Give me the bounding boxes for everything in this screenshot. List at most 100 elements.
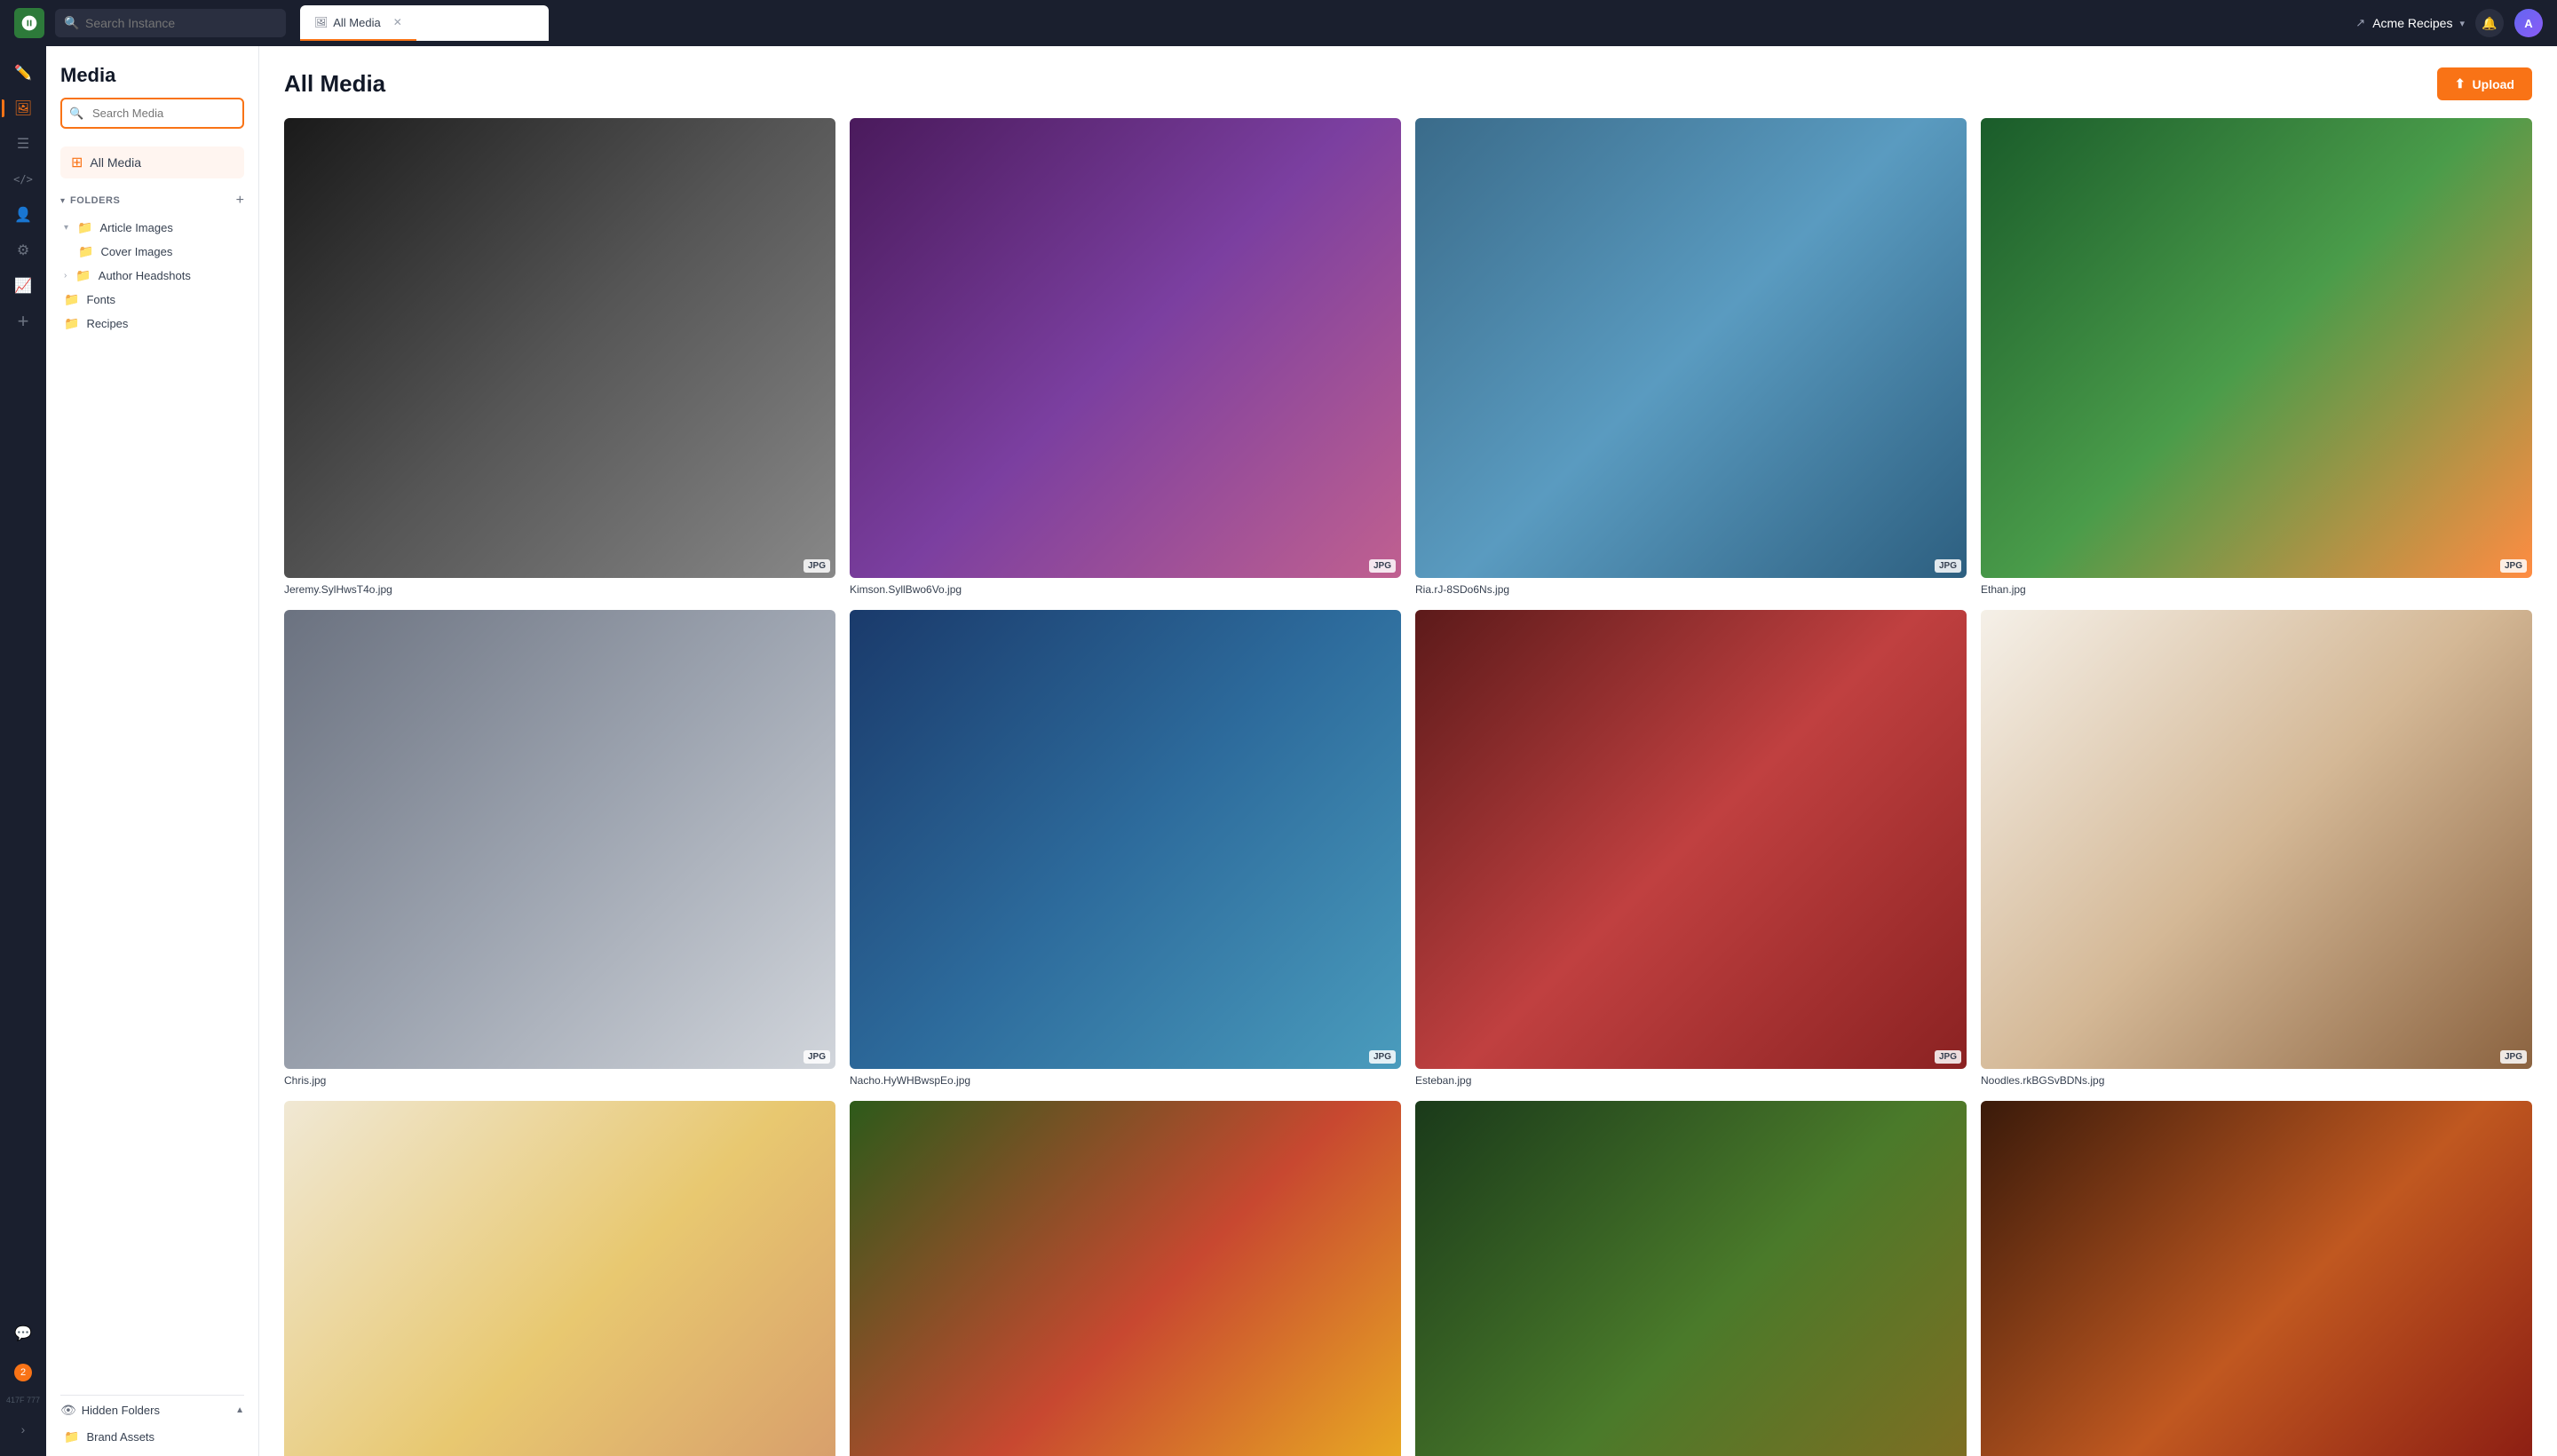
media-item[interactable]: JPG Chris.jpg — [284, 610, 835, 1088]
media-item[interactable]: JPGEggs-on-Toast.SJzGrvBDVs.jpg — [284, 1101, 835, 1456]
upload-button[interactable]: ⬆ Upload — [2437, 67, 2532, 100]
hidden-folders-chevron-icon: ▲ — [235, 1405, 244, 1415]
media-item[interactable]: JPGLentils.SJbMBPrvVj.jpg — [1415, 1101, 1967, 1456]
folder-name: Article Images — [99, 221, 172, 234]
hidden-folders-header[interactable]: 👁 Hidden Folders ▲ — [60, 1403, 244, 1418]
media-item[interactable]: JPGEsteban.jpg — [1415, 610, 1967, 1088]
folders-header[interactable]: ▾ FOLDERS + — [60, 193, 244, 209]
nav-right: ↗ Acme Recipes ▾ 🔔 A — [2355, 9, 2543, 37]
media-item[interactable]: JPG Nacho.HyWHBwspEo.jpg — [850, 610, 1401, 1088]
tab-label: All Media — [333, 16, 380, 29]
folder-name: Fonts — [86, 293, 115, 306]
media-filename: Jeremy.SylHwsT4o.jpg — [284, 583, 835, 596]
media-type-badge: JPG — [804, 1050, 830, 1064]
tab-image-icon: 🖼 — [314, 16, 328, 28]
media-filename: Kimson.SyllBwo6Vo.jpg — [850, 583, 1401, 596]
media-item[interactable]: JPGRia.rJ-8SDo6Ns.jpg — [1415, 118, 1967, 596]
hidden-folders-section: 👁 Hidden Folders ▲ 📁 Brand Assets — [46, 1388, 258, 1456]
sidebar-item-settings[interactable]: ⚙ — [7, 234, 39, 266]
media-item[interactable]: JPGCurry.SJMGSwrDEj.jpg — [1981, 1101, 2532, 1456]
search-media-input[interactable] — [60, 98, 244, 129]
folder-article-images[interactable]: ▾ 📁 Article Images — [60, 216, 244, 240]
media-item[interactable]: JPGJeremy.SylHwsT4o.jpg — [284, 118, 835, 596]
media-thumbnail: JPG — [1981, 610, 2532, 1070]
all-media-button[interactable]: ⊞ All Media — [60, 146, 244, 178]
folder-icon: 📁 — [77, 220, 92, 235]
folder-name: Cover Images — [100, 245, 172, 258]
user-icon: 👤 — [14, 206, 32, 224]
media-thumbnail: JPG — [1981, 118, 2532, 578]
content-header: All Media ⬆ Upload — [284, 67, 2532, 100]
ext-link-icon: ↗ — [2355, 16, 2365, 30]
folder-fonts[interactable]: 📁 Fonts — [60, 288, 244, 312]
folder-author-headshots[interactable]: › 📁 Author Headshots — [60, 264, 244, 288]
media-filename: Ethan.jpg — [1981, 583, 2532, 596]
sidebar-item-edit[interactable]: ✏️ — [7, 57, 39, 89]
page-title: All Media — [284, 70, 385, 98]
media-filename: Nacho.HyWHBwspEo.jpg — [850, 1074, 1401, 1087]
media-thumbnail: JPG — [284, 1101, 835, 1456]
media-panel: Media 🔍 ⊞ All Media ▾ FOLDERS + ▾ 📁 Arti… — [46, 46, 259, 1456]
media-thumbnail: JPG — [850, 610, 1401, 1070]
tab-close-icon[interactable]: ✕ — [393, 16, 402, 28]
tab-all-media[interactable]: 🖼 All Media ✕ — [300, 5, 416, 41]
app-logo[interactable] — [14, 8, 44, 38]
sidebar-left: ✏️ 🖼 ☰ </> 👤 ⚙ 📈 + 💬 2 — [0, 46, 46, 1456]
brand-selector[interactable]: ↗ Acme Recipes ▾ — [2355, 16, 2465, 30]
media-thumbnail: JPG — [284, 610, 835, 1070]
media-item[interactable]: JPG Ethan.jpg — [1981, 118, 2532, 596]
sidebar-item-database[interactable]: ☰ — [7, 128, 39, 160]
database-icon: ☰ — [17, 135, 29, 153]
bell-icon: 🔔 — [2482, 16, 2497, 31]
edit-icon: ✏️ — [14, 64, 32, 82]
search-instance-icon: 🔍 — [64, 16, 79, 31]
media-type-badge: JPG — [1369, 559, 1396, 573]
folder-name: Brand Assets — [86, 1430, 154, 1444]
media-type-badge: JPG — [2500, 559, 2527, 573]
hidden-folders-label: Hidden Folders — [82, 1404, 160, 1417]
sidebar-item-users[interactable]: 👤 — [7, 199, 39, 231]
tab-bar: 🖼 All Media ✕ — [300, 5, 549, 41]
folder-brand-assets[interactable]: 📁 Brand Assets — [60, 1425, 244, 1449]
search-media-wrapper: 🔍 — [60, 98, 244, 129]
media-filename: Chris.jpg — [284, 1074, 835, 1087]
folder-cover-images[interactable]: 📁 Cover Images — [60, 240, 244, 264]
chart-icon: 📈 — [14, 277, 32, 295]
user-avatar[interactable]: A — [2514, 9, 2543, 37]
search-media-icon: 🔍 — [69, 107, 83, 121]
media-panel-title: Media — [60, 64, 244, 87]
folder-icon: 📁 — [64, 1429, 79, 1444]
media-item[interactable]: JPGNoodles.rkBGSvBDNs.jpg — [1981, 610, 2532, 1088]
media-grid: JPGJeremy.SylHwsT4o.jpgJPGKimson.SyllBwo… — [284, 118, 2532, 1456]
notification-bell[interactable]: 🔔 — [2475, 9, 2504, 37]
folders-add-icon[interactable]: + — [236, 193, 244, 209]
search-instance-wrapper: 🔍 — [55, 9, 286, 37]
sidebar-item-add[interactable]: + — [7, 305, 39, 337]
main-layout: ✏️ 🖼 ☰ </> 👤 ⚙ 📈 + 💬 2 — [0, 46, 2557, 1456]
search-instance-input[interactable] — [55, 9, 286, 37]
media-item[interactable]: JPGPizza.ryBGSvBPEj.jpg — [850, 1101, 1401, 1456]
hidden-folders-divider — [60, 1395, 244, 1396]
media-thumbnail: JPG — [850, 118, 1401, 578]
plus-icon: + — [18, 310, 29, 333]
upload-label: Upload — [2473, 77, 2514, 91]
media-type-badge: JPG — [1935, 1050, 1961, 1064]
sidebar-comment[interactable]: 💬 — [7, 1318, 39, 1349]
upload-icon: ⬆ — [2455, 76, 2466, 91]
sidebar-item-chart[interactable]: 📈 — [7, 270, 39, 302]
media-thumbnail: JPG — [1415, 610, 1967, 1070]
folders-chevron-icon: ▾ — [60, 196, 65, 206]
media-type-badge: JPG — [1369, 1050, 1396, 1064]
sidebar-badge[interactable]: 2 — [7, 1357, 39, 1389]
sidebar-item-media[interactable]: 🖼 — [7, 92, 39, 124]
sidebar-item-code[interactable]: </> — [7, 163, 39, 195]
sidebar-bottom: 💬 2 417F 777 › — [6, 1318, 40, 1445]
media-thumbnail: JPG — [1981, 1101, 2532, 1456]
brand-chevron-icon: ▾ — [2459, 18, 2465, 29]
main-content: All Media ⬆ Upload JPGJeremy.SylHwsT4o.j… — [259, 46, 2557, 1456]
folder-name: Recipes — [86, 317, 128, 330]
folder-recipes[interactable]: 📁 Recipes — [60, 312, 244, 336]
media-item[interactable]: JPG Kimson.SyllBwo6Vo.jpg — [850, 118, 1401, 596]
top-nav: 🔍 🖼 All Media ✕ ↗ Acme Recipes ▾ 🔔 A — [0, 0, 2557, 46]
sidebar-expand-btn[interactable]: › — [7, 1413, 39, 1445]
